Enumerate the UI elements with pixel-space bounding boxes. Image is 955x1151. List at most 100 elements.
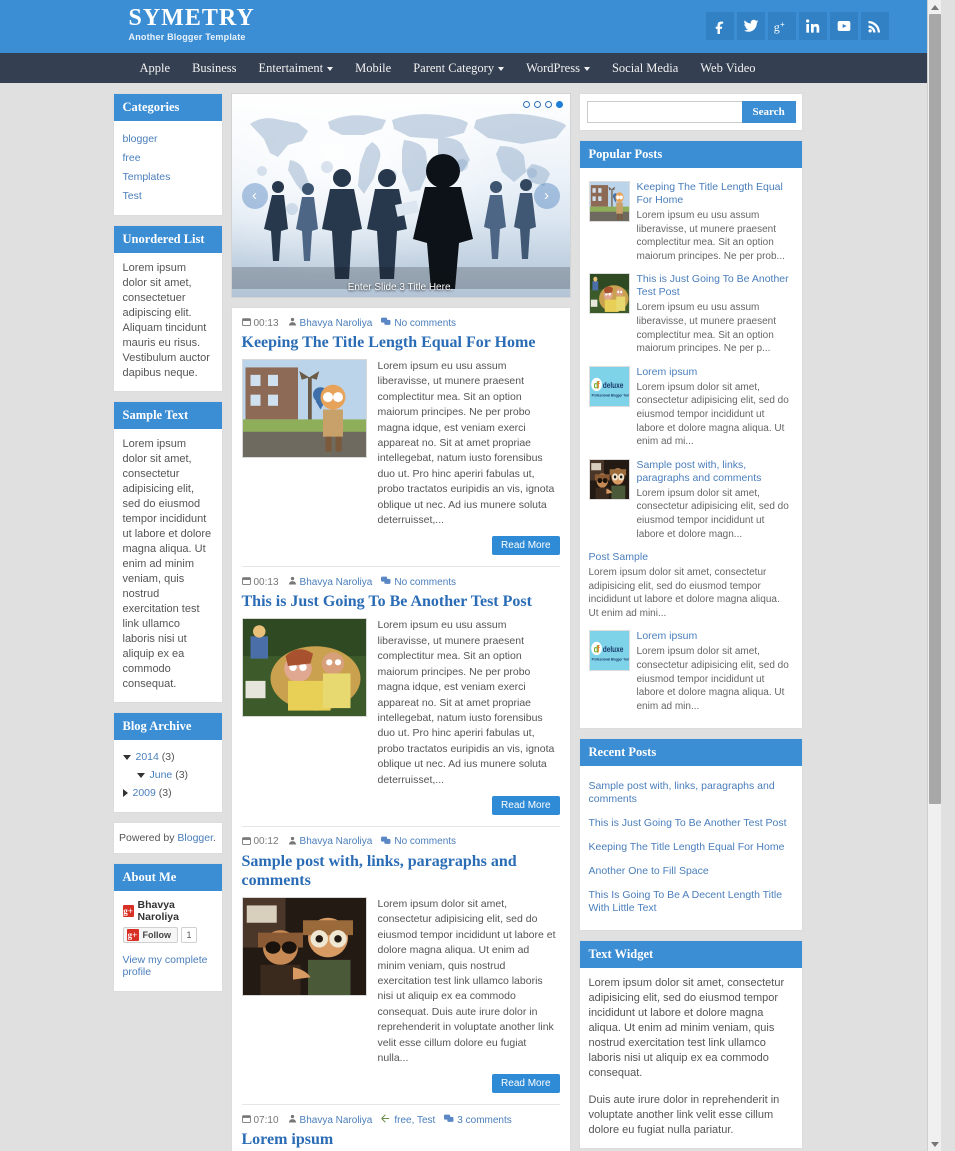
scroll-up-arrow-icon[interactable] xyxy=(928,0,941,14)
scrollbar-thumb[interactable] xyxy=(929,14,941,804)
archive-year-link[interactable]: 2014 xyxy=(136,751,159,763)
triangle-down-icon[interactable] xyxy=(136,772,145,778)
category-link[interactable]: Test xyxy=(123,186,213,205)
popular-post-title[interactable]: Lorem ipsum xyxy=(637,630,793,643)
recent-post-link[interactable]: This is Just Going To Be Another Test Po… xyxy=(589,811,793,835)
post-title[interactable]: This is Just Going To Be Another Test Po… xyxy=(242,592,560,611)
archive-count: (3) xyxy=(172,769,189,781)
post-item: 00:13 Bhavya Naroliya No comments This is J… xyxy=(241,567,560,827)
post-item: 00:13 Bhavya Naroliya No comments Keeping T… xyxy=(241,308,560,568)
popular-post-title[interactable]: Post Sample xyxy=(589,551,793,564)
post-label-link[interactable]: free, Test xyxy=(394,1115,435,1126)
popular-post-thumbnail[interactable]: d f deluxe Professional Blogger Template… xyxy=(588,365,630,407)
archive-month-link[interactable]: June xyxy=(150,769,173,781)
svg-text:Professional Blogger Templates: Professional Blogger Templates for Free xyxy=(591,658,629,662)
blog-archive-list: 2014 (3) June (3) 2009 (3) xyxy=(114,740,222,812)
nav-item-entertaiment[interactable]: Entertaiment xyxy=(248,53,345,83)
widget-title: Text Widget xyxy=(579,941,802,969)
twitter-icon[interactable] xyxy=(736,12,765,40)
nav-item-social-media[interactable]: Social Media xyxy=(601,53,689,83)
popular-post-thumbnail[interactable] xyxy=(588,181,630,222)
nav-item-wordpress[interactable]: WordPress xyxy=(515,53,601,83)
category-link[interactable]: free xyxy=(123,148,213,167)
popular-post-title[interactable]: Sample post with, links, paragraphs and … xyxy=(637,459,793,485)
post-title[interactable]: Keeping The Title Length Equal For Home xyxy=(242,333,560,352)
post-title[interactable]: Lorem ipsum xyxy=(242,1130,560,1149)
chevron-down-icon xyxy=(327,67,334,72)
post-comments-link[interactable]: 3 comments xyxy=(457,1115,511,1126)
nav-item-parent-category[interactable]: Parent Category xyxy=(402,53,515,83)
triangle-right-icon[interactable] xyxy=(122,789,128,798)
slider-dot[interactable] xyxy=(522,101,530,108)
follow-button[interactable]: g+ Follow xyxy=(122,927,178,943)
business-people-silhouette xyxy=(231,154,570,289)
calendar-icon xyxy=(241,836,251,848)
slider-dot[interactable] xyxy=(544,101,552,108)
popular-post-thumbnail[interactable] xyxy=(588,273,630,315)
nav-item-business[interactable]: Business xyxy=(181,53,247,83)
linkedin-icon[interactable] xyxy=(798,12,827,40)
slider-dot-active[interactable] xyxy=(555,101,563,108)
post-comments-link[interactable]: No comments xyxy=(394,577,456,588)
recent-post-link[interactable]: Sample post with, links, paragraphs and … xyxy=(589,774,793,811)
post-labels: free, Test xyxy=(381,1114,435,1126)
svg-text:Professional Blogger Templates: Professional Blogger Templates for Free xyxy=(591,393,629,397)
widget-sample-text: Sample Text Lorem ipsum dolor sit amet, … xyxy=(112,401,223,703)
google-plus-icon[interactable]: g + xyxy=(767,12,796,40)
calendar-icon xyxy=(241,1114,251,1126)
post-author-link[interactable]: Bhavya Naroliya xyxy=(300,318,373,329)
post-comments-link[interactable]: No comments xyxy=(394,836,456,847)
slider-prev-arrow-icon[interactable]: ‹ xyxy=(241,182,268,209)
recent-post-link[interactable]: Keeping The Title Length Equal For Home xyxy=(589,835,793,859)
archive-year-row[interactable]: 2009 (3) xyxy=(122,784,213,802)
nav-item-mobile[interactable]: Mobile xyxy=(344,53,402,83)
popular-post-title[interactable]: This is Just Going To Be Another Test Po… xyxy=(637,273,793,299)
popular-post-title[interactable]: Lorem ipsum xyxy=(637,366,793,379)
view-profile-link[interactable]: View my complete profile xyxy=(123,950,213,981)
post-comments-link[interactable]: No comments xyxy=(394,318,456,329)
slider-dot[interactable] xyxy=(533,101,541,108)
site-logo[interactable]: SYMETRY Another Blogger Template xyxy=(129,5,255,42)
post-author-link[interactable]: Bhavya Naroliya xyxy=(300,836,373,847)
slider-next-arrow-icon[interactable]: › xyxy=(533,182,560,209)
popular-post-item: d f deluxe Professional Blogger Template… xyxy=(588,625,793,718)
youtube-icon[interactable] xyxy=(829,12,858,40)
popular-post-text: Lorem ipsum Lorem ipsum dolor sit amet, c… xyxy=(637,630,793,713)
powered-suffix: . xyxy=(213,832,216,844)
post-author-link[interactable]: Bhavya Naroliya xyxy=(300,577,373,588)
comment-icon xyxy=(444,1114,454,1126)
facebook-icon[interactable] xyxy=(705,12,734,40)
popular-post-thumbnail[interactable]: d f deluxe Professional Blogger Template… xyxy=(588,630,630,672)
widget-popular-posts: Popular Posts Keeping The Title Length E… xyxy=(578,140,803,730)
nav-item-web-video[interactable]: Web Video xyxy=(689,53,766,83)
social-links: g + xyxy=(705,12,889,40)
archive-month-row[interactable]: June (3) xyxy=(123,766,213,784)
read-more-button[interactable]: Read More xyxy=(492,536,560,556)
category-link[interactable]: blogger xyxy=(123,129,213,148)
recent-post-link[interactable]: Another One to Fill Space xyxy=(589,859,793,883)
popular-post-snippet: Lorem ipsum dolor sit amet, consectetur … xyxy=(636,487,789,540)
page-scrollbar[interactable] xyxy=(927,0,941,1151)
archive-year-row[interactable]: 2014 (3) xyxy=(122,748,213,766)
popular-post-title[interactable]: Keeping The Title Length Equal For Home xyxy=(637,181,793,207)
blogger-link[interactable]: Blogger xyxy=(177,832,213,844)
post-title[interactable]: Sample post with, links, paragraphs and … xyxy=(242,852,560,890)
recent-post-link[interactable]: This Is Going To Be A Decent Length Titl… xyxy=(589,883,793,920)
post-thumbnail[interactable] xyxy=(241,896,367,996)
archive-year-link[interactable]: 2009 xyxy=(133,787,156,799)
triangle-down-icon[interactable] xyxy=(122,754,131,760)
read-more-button[interactable]: Read More xyxy=(492,795,560,815)
popular-post-thumbnail[interactable] xyxy=(588,458,630,500)
rss-icon[interactable] xyxy=(860,12,889,40)
post-author-link[interactable]: Bhavya Naroliya xyxy=(300,1115,373,1126)
category-link[interactable]: Templates xyxy=(123,167,213,186)
search-input[interactable] xyxy=(586,101,742,123)
scroll-down-arrow-icon[interactable] xyxy=(928,1137,941,1151)
post-thumbnail[interactable] xyxy=(241,359,367,458)
nav-item-apple[interactable]: Apple xyxy=(129,53,182,83)
post-thumbnail[interactable] xyxy=(241,618,367,718)
main-navigation: Apple Business Entertaiment Mobile Parent Ca… xyxy=(0,53,941,83)
read-more-button[interactable]: Read More xyxy=(492,1074,560,1094)
search-button[interactable]: Search xyxy=(741,101,796,123)
featured-slider[interactable]: Enter Slide 3 Title Here. ‹ › xyxy=(230,93,571,298)
